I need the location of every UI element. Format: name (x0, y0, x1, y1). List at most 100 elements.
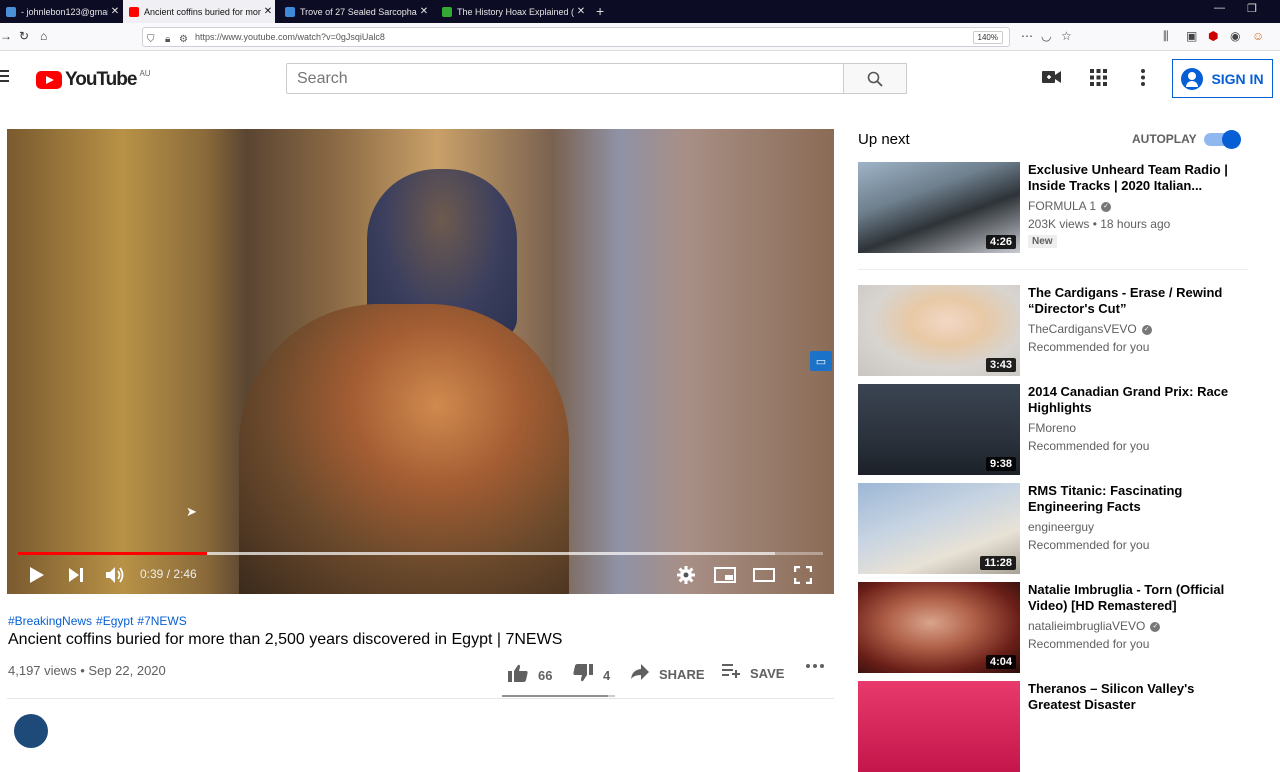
add-to-playlist-icon (722, 664, 740, 683)
mouse-cursor-icon: ➤ (186, 504, 197, 519)
user-avatar-icon (1181, 67, 1204, 90)
channel-name[interactable]: natalieimbrugliaVEVO ✓ (1028, 619, 1161, 633)
home-icon[interactable]: ⌂ (40, 29, 47, 43)
video-duration: 4:04 (985, 655, 1016, 669)
account-icon[interactable]: ☺ (1252, 29, 1264, 43)
channel-name[interactable]: TheCardigansVEVO ✓ (1028, 322, 1152, 336)
video-thumbnail[interactable]: 3:43 (858, 285, 1020, 376)
like-count: 66 (538, 668, 553, 683)
hamburger-menu-icon[interactable] (0, 70, 10, 85)
channel-name[interactable]: FORMULA 1 ✓ (1028, 199, 1112, 213)
search-button[interactable] (843, 63, 907, 94)
page-actions-icon[interactable]: ⋯ (1021, 29, 1033, 43)
tab-close-icon[interactable]: ✕ (108, 6, 122, 17)
maximize-icon[interactable]: ❐ (1247, 2, 1257, 15)
tab-favicon-icon (285, 6, 295, 17)
forward-icon[interactable]: → (0, 29, 12, 43)
like-ratio-bar (502, 695, 615, 697)
video-player[interactable]: ▭ ➤ 0:39 / 2:46 (7, 129, 834, 594)
tab-close-icon[interactable]: ✕ (574, 6, 588, 17)
settings-more-icon[interactable] (1140, 69, 1146, 91)
recommended-title[interactable]: RMS Titanic: Fascinating Engineering Fac… (1028, 483, 1233, 515)
tab-label: Trove of 27 Sealed Sarcophagi (300, 6, 417, 17)
theater-mode-button[interactable] (753, 565, 775, 585)
tab-close-icon[interactable]: ✕ (417, 6, 431, 17)
channel-name[interactable]: FMoreno (1028, 421, 1076, 435)
up-next-heading: Up next (858, 131, 910, 148)
recommended-video[interactable]: 9:38 2014 Canadian Grand Prix: Race High… (858, 384, 1258, 475)
recommended-video[interactable]: 4:26 Exclusive Unheard Team Radio | Insi… (858, 162, 1258, 253)
dislike-button[interactable]: 4 (573, 664, 610, 687)
recommended-video[interactable]: 11:28 RMS Titanic: Fascinating Engineeri… (858, 483, 1258, 574)
miniplayer-button[interactable] (714, 565, 736, 585)
recommended-title[interactable]: 2014 Canadian Grand Prix: Race Highlight… (1028, 384, 1233, 416)
video-progress-bar[interactable] (18, 552, 823, 555)
browser-tab[interactable]: Trove of 27 Sealed Sarcophagi ✕ (279, 0, 431, 23)
hashtag-link[interactable]: #Egypt (96, 614, 133, 628)
miniplayer-cast-icon[interactable]: ▭ (810, 351, 832, 371)
create-video-icon[interactable] (1042, 69, 1062, 90)
recommended-title[interactable]: The Cardigans - Erase / Rewind “Director… (1028, 285, 1233, 317)
sign-in-button[interactable]: SIGN IN (1172, 59, 1273, 98)
tab-close-icon[interactable]: ✕ (261, 6, 275, 17)
share-button[interactable]: SHARE (631, 664, 705, 685)
video-thumbnail[interactable]: 11:28 (858, 483, 1020, 574)
fullscreen-button[interactable] (794, 565, 812, 585)
thumbs-down-icon (573, 664, 593, 687)
video-thumbnail[interactable] (858, 681, 1020, 772)
settings-button[interactable] (677, 565, 695, 585)
video-thumbnail[interactable]: 4:04 (858, 582, 1020, 673)
sidebar-toggle-icon[interactable]: ▣ (1186, 29, 1197, 43)
like-button[interactable]: 66 (508, 664, 552, 687)
recommended-title[interactable]: Natalie Imbruglia - Torn (Official Video… (1028, 582, 1233, 614)
autoplay-toggle[interactable] (1204, 130, 1241, 149)
minimize-icon[interactable]: — (1214, 2, 1225, 14)
extension-icon[interactable]: ◉ (1230, 29, 1240, 43)
gear-icon (677, 566, 695, 584)
video-thumbnail[interactable]: 9:38 (858, 384, 1020, 475)
permissions-icon[interactable]: ⚙ (179, 31, 188, 49)
video-thumbnail[interactable]: 4:26 (858, 162, 1020, 253)
hashtag-link[interactable]: #BreakingNews (8, 614, 92, 628)
browser-nav-bar: → ↻ ⌂ ⛉ 🔒︎ ⚙ https://www.youtube.com/wat… (0, 23, 1280, 51)
channel-avatar[interactable] (14, 714, 48, 748)
save-label: SAVE (750, 666, 785, 681)
new-tab-icon[interactable]: + (596, 3, 604, 19)
autoplay-label: AUTOPLAY (1132, 132, 1197, 146)
more-actions-button[interactable] (806, 664, 824, 668)
bookmark-star-icon[interactable]: ☆ (1061, 29, 1072, 43)
channel-name[interactable]: engineerguy (1028, 520, 1094, 534)
video-title: Ancient coffins buried for more than 2,5… (8, 631, 563, 648)
recommended-title[interactable]: Theranos – Silicon Valley's Greatest Dis… (1028, 681, 1233, 713)
lock-icon[interactable]: 🔒︎ (165, 31, 170, 49)
save-button[interactable]: SAVE (722, 664, 784, 683)
browser-tab[interactable]: The History Hoax Explained (16 ✕ (436, 0, 588, 23)
play-button[interactable] (29, 565, 45, 585)
recommended-video[interactable]: 3:43 The Cardigans - Erase / Rewind “Dir… (858, 285, 1258, 376)
channel-name-text: TheCardigansVEVO (1028, 322, 1137, 336)
adblock-extension-icon[interactable]: ⬢ (1208, 29, 1218, 43)
browser-tab-active[interactable]: Ancient coffins buried for more ✕ (123, 0, 275, 23)
divider (858, 269, 1248, 270)
library-icon[interactable]: ⫼ (1163, 29, 1169, 44)
pocket-icon[interactable]: ◡ (1041, 29, 1051, 43)
youtube-logo[interactable]: YouTube AU (36, 69, 151, 91)
search-input[interactable] (286, 63, 844, 94)
dislike-count: 4 (603, 668, 611, 683)
address-bar[interactable]: ⛉ 🔒︎ ⚙ https://www.youtube.com/watch?v=0… (142, 27, 1010, 47)
hashtag-link[interactable]: #7NEWS (137, 614, 186, 628)
reload-icon[interactable]: ↻ (19, 29, 29, 43)
next-button[interactable] (68, 565, 84, 585)
video-meta: 203K views • 18 hours ago (1028, 217, 1171, 231)
zoom-level[interactable]: 140% (972, 31, 1003, 44)
recommended-video[interactable]: 4:04 Natalie Imbruglia - Torn (Official … (858, 582, 1258, 673)
apps-grid-icon[interactable] (1090, 69, 1107, 91)
recommended-title[interactable]: Exclusive Unheard Team Radio | Inside Tr… (1028, 162, 1233, 194)
recommended-video[interactable]: Theranos – Silicon Valley's Greatest Dis… (858, 681, 1258, 772)
browser-tab[interactable]: - johnlebon123@gmail.c ✕ (0, 0, 122, 23)
shield-icon[interactable]: ⛉ (147, 31, 155, 49)
video-view-date: 4,197 views • Sep 22, 2020 (8, 663, 166, 678)
volume-button[interactable] (105, 565, 125, 585)
search-icon (867, 71, 883, 87)
time-display: 0:39 / 2:46 (140, 567, 197, 581)
